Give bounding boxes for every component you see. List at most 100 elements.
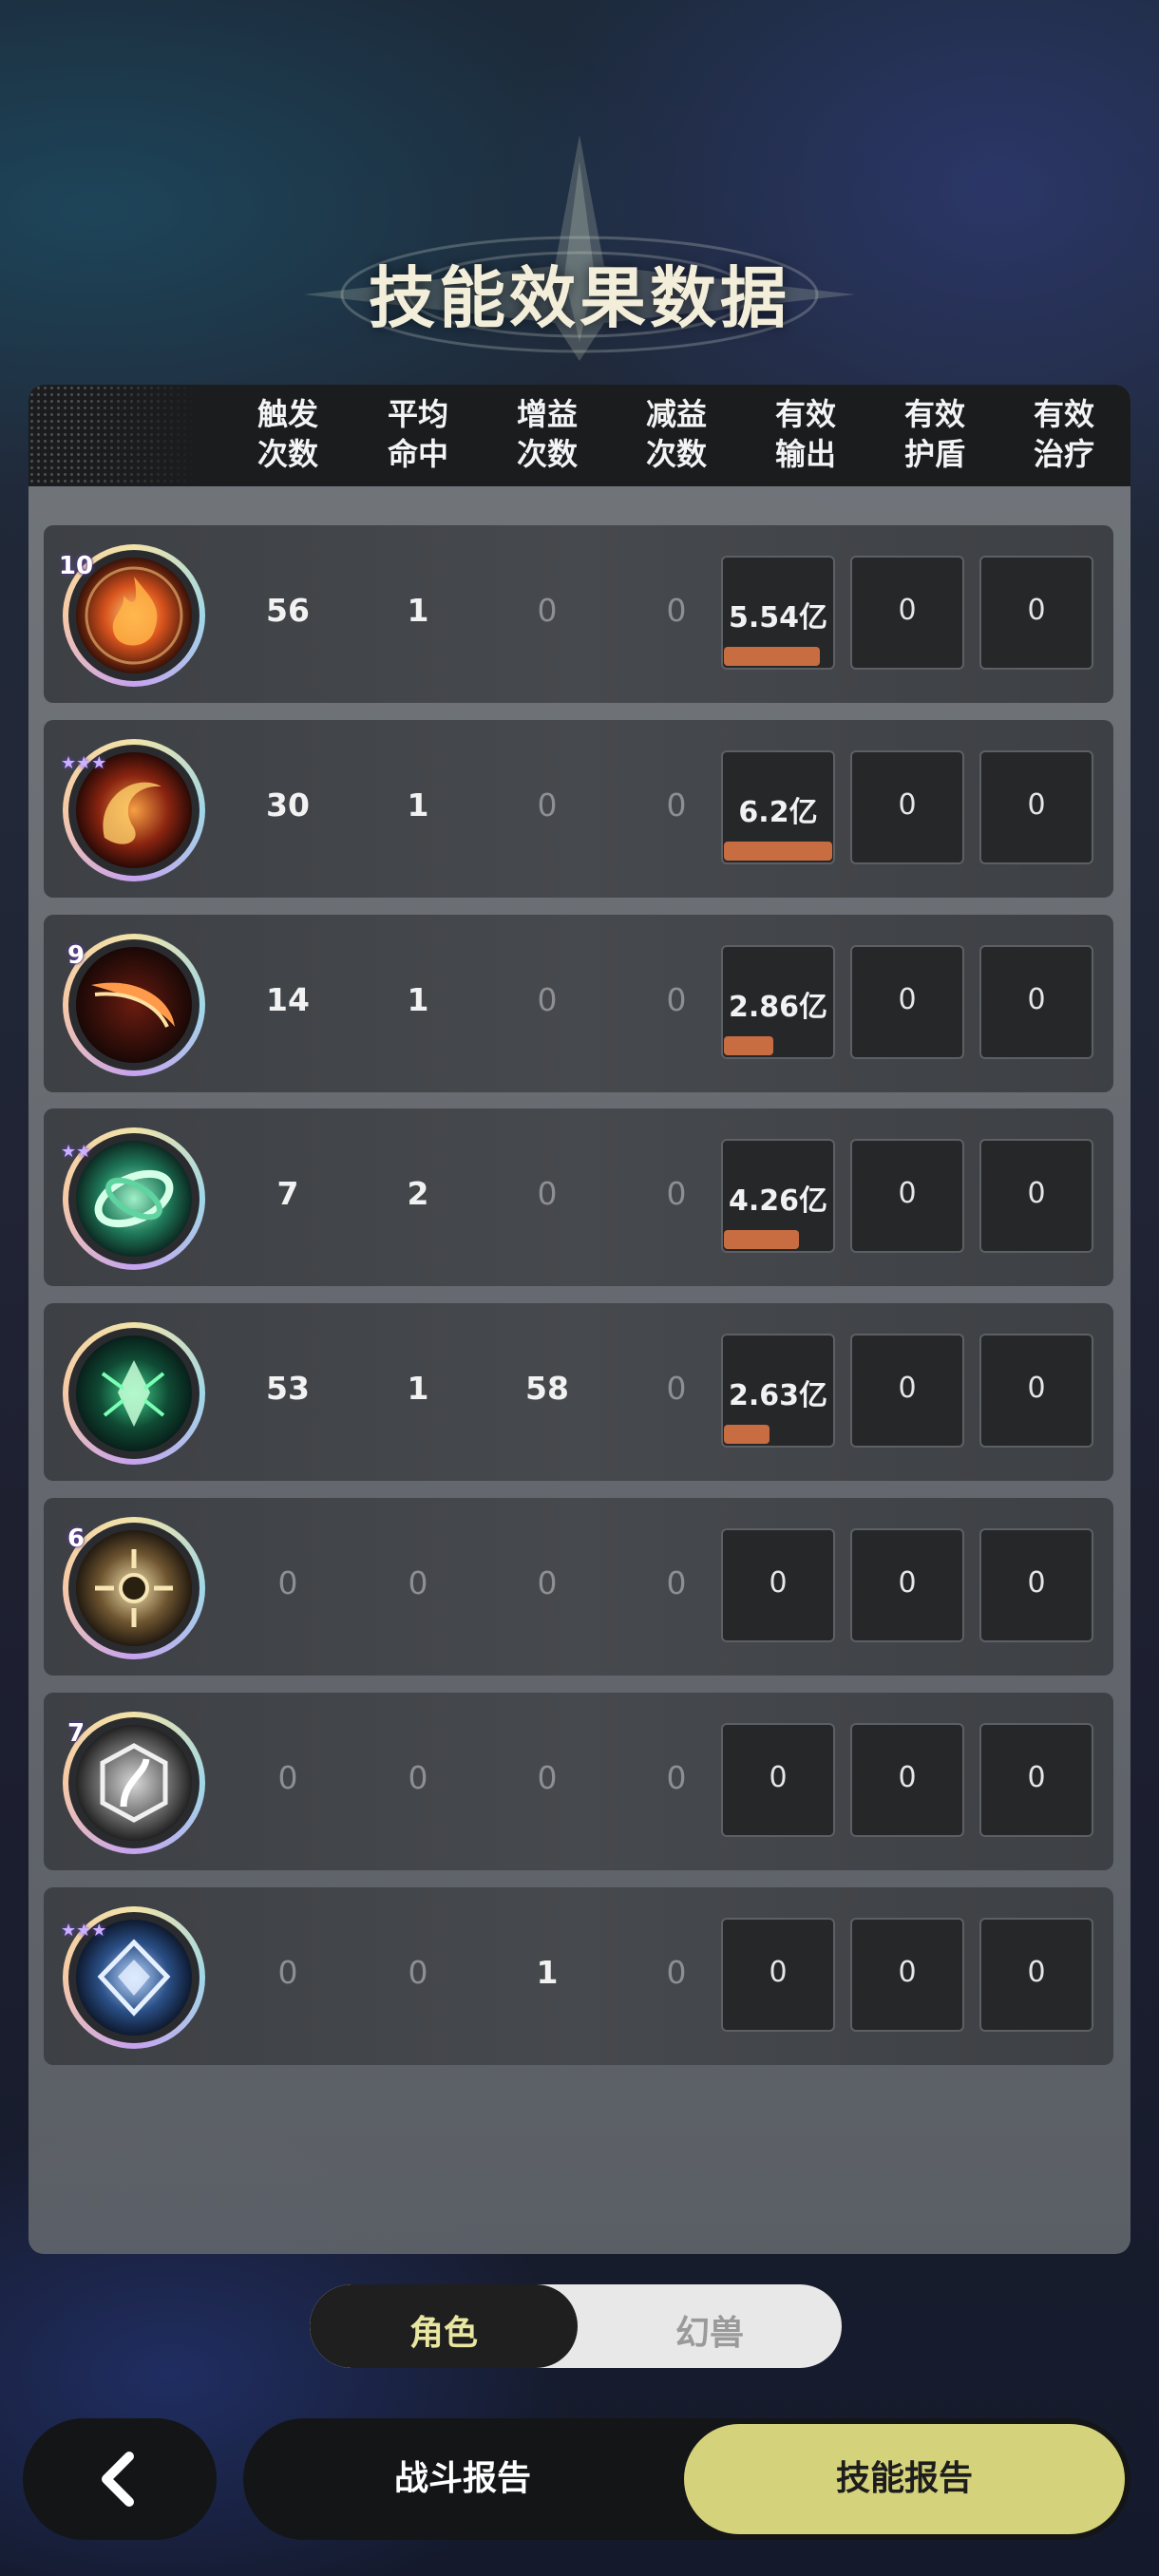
skill-row[interactable]: 10 56 1 0 0 5.54亿 0 0	[44, 525, 1113, 703]
back-button[interactable]	[23, 2418, 217, 2540]
average-hit-value: 1	[407, 786, 429, 824]
debuff-count-value: 0	[666, 1175, 687, 1213]
effective-shield-box: 0	[850, 1334, 964, 1449]
trigger-count-value: 7	[276, 1175, 299, 1213]
effective-output-value: 2.86亿	[728, 990, 828, 1024]
header-effective-shield: 有效 护盾	[903, 396, 965, 472]
skill-level-badge: 9	[66, 940, 86, 970]
effective-shield-value: 0	[898, 1955, 917, 1989]
role-beast-toggle[interactable]: 角色 幻兽	[310, 2284, 842, 2368]
report-tabs: 战斗报告 技能报告	[243, 2418, 1130, 2540]
jade-rings-icon	[76, 1141, 192, 1258]
green-crystal-icon	[76, 1335, 192, 1452]
skill-row[interactable]: 7 0 0 0 0 0 0 0	[44, 1692, 1113, 1870]
effective-heal-box: 0	[979, 1528, 1093, 1642]
trigger-count-value: 14	[266, 980, 310, 1018]
skill-icon-frame[interactable]: 6	[63, 1517, 205, 1659]
trigger-count-value: 0	[277, 1953, 298, 1991]
buff-count-value: 0	[537, 1758, 558, 1796]
header-effective-output: 有效 输出	[774, 396, 836, 472]
effective-heal-value: 0	[1027, 1955, 1046, 1989]
skill-row[interactable]: ★★★ 30 1 0 0 6.2亿 0 0	[44, 719, 1113, 898]
average-hit-value: 1	[407, 1370, 429, 1408]
effective-output-value: 0	[769, 1955, 788, 1989]
toggle-role[interactable]: 角色	[310, 2305, 578, 2355]
skill-row[interactable]: 6 0 0 0 0 0 0 0	[44, 1498, 1113, 1676]
effective-output-box: 5.54亿	[721, 556, 835, 670]
buff-count-value: 0	[537, 1564, 558, 1601]
effective-heal-value: 0	[1027, 1372, 1046, 1406]
effective-output-value: 2.63亿	[728, 1379, 828, 1413]
buff-count-value: 58	[525, 1370, 569, 1408]
effective-heal-box: 0	[979, 1917, 1093, 2032]
effective-output-value: 5.54亿	[728, 601, 828, 635]
effective-output-box: 4.26亿	[721, 1139, 835, 1254]
skill-star-badge: ★★★	[61, 1922, 106, 1939]
effective-shield-value: 0	[898, 982, 917, 1016]
effective-output-box: 2.86亿	[721, 944, 835, 1059]
skill-report-button[interactable]: 技能报告	[684, 2424, 1125, 2534]
effective-shield-box: 0	[850, 1917, 964, 2032]
average-hit-value: 1	[407, 592, 429, 629]
buff-count-value: 0	[537, 1175, 558, 1213]
skill-level-badge: 10	[58, 552, 94, 580]
header-average-hit: 平均 命中	[387, 396, 448, 472]
buff-count-value: 0	[537, 592, 558, 629]
output-bar	[724, 1035, 773, 1055]
average-hit-value: 1	[407, 980, 429, 1018]
debuff-count-value: 0	[666, 1370, 687, 1408]
effective-shield-value: 0	[898, 1177, 917, 1211]
effective-heal-box: 0	[979, 944, 1093, 1059]
skill-icon-frame[interactable]: ★★★	[61, 1905, 205, 2049]
skill-stats-panel[interactable]: 触发 次数 平均 命中 增益 次数 减益 次数 有效 输出 有效 护盾 有效 治疗 10 56 1…	[28, 385, 1130, 2254]
toggle-beast[interactable]: 幻兽	[578, 2305, 842, 2355]
effective-output-value: 6.2亿	[738, 795, 818, 829]
effective-shield-box: 0	[850, 1139, 964, 1254]
skill-row[interactable]: 53 1 58 0 2.63亿 0 0	[44, 1303, 1113, 1482]
header-trigger-count: 触发 次数	[256, 396, 318, 472]
chevron-left-icon	[102, 2452, 134, 2507]
effective-shield-box: 0	[850, 944, 964, 1059]
effective-heal-value: 0	[1027, 1177, 1046, 1211]
table-header: 触发 次数 平均 命中 增益 次数 减益 次数 有效 输出 有效 护盾 有效 治疗	[28, 385, 1130, 486]
effective-output-value: 0	[769, 1566, 788, 1600]
skill-icon-frame[interactable]: ★★	[61, 1127, 205, 1271]
effective-output-value: 0	[769, 1760, 788, 1794]
effective-output-box: 2.63亿	[721, 1334, 835, 1449]
header-debuff-count: 减益 次数	[645, 396, 707, 472]
skill-level-badge: 7	[66, 1718, 86, 1748]
skill-icon-frame[interactable]: 10	[59, 544, 205, 687]
buff-count-value: 0	[537, 786, 558, 824]
effective-output-box: 0	[721, 1917, 835, 2032]
skill-row[interactable]: ★★ 7 2 0 0 4.26亿 0 0	[44, 1108, 1113, 1287]
effective-heal-box: 0	[979, 749, 1093, 864]
trigger-count-value: 56	[266, 592, 310, 629]
skill-icon-frame[interactable]	[63, 1322, 205, 1466]
skill-row[interactable]: ★★★ 0 0 1 0 0 0 0	[44, 1886, 1113, 2065]
effective-heal-value: 0	[1027, 787, 1046, 822]
effective-output-box: 0	[721, 1528, 835, 1642]
effective-shield-value: 0	[898, 1372, 917, 1406]
effective-heal-value: 0	[1027, 982, 1046, 1016]
buff-count-value: 0	[537, 980, 558, 1018]
skill-row[interactable]: 9 14 1 0 0 2.86亿 0 0	[44, 914, 1113, 1092]
average-hit-value: 0	[408, 1564, 428, 1601]
skill-level-badge: 6	[66, 1525, 86, 1553]
average-hit-value: 0	[408, 1953, 428, 1991]
skill-star-badge: ★★★	[61, 754, 106, 771]
effective-heal-value: 0	[1027, 594, 1046, 627]
effective-heal-box: 0	[979, 1334, 1093, 1449]
trigger-count-value: 53	[266, 1370, 310, 1408]
skill-icon-frame[interactable]: ★★★	[61, 738, 205, 881]
skill-icon-frame[interactable]: 7	[63, 1711, 205, 1854]
buff-count-value: 1	[536, 1953, 559, 1991]
trigger-count-value: 0	[277, 1758, 298, 1796]
header-buff-count: 增益 次数	[516, 396, 578, 472]
debuff-count-value: 0	[666, 980, 687, 1018]
battle-report-button[interactable]: 战斗报告	[243, 2418, 682, 2540]
effective-heal-box: 0	[979, 556, 1093, 670]
skill-icon-frame[interactable]: 9	[63, 933, 205, 1076]
effective-shield-box: 0	[850, 556, 964, 670]
output-bar	[724, 647, 820, 666]
debuff-count-value: 0	[666, 1564, 687, 1601]
